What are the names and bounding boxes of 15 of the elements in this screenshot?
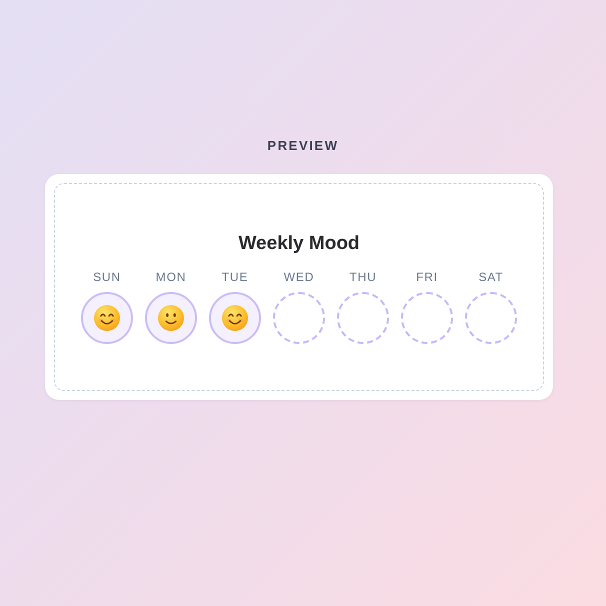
day-label: SUN (93, 270, 121, 284)
beaming-face-icon (94, 305, 120, 331)
mood-slot[interactable] (145, 292, 197, 344)
day-label: SAT (478, 270, 504, 284)
mood-slot[interactable] (209, 292, 261, 344)
beaming-face-icon (222, 305, 248, 331)
day-label: WED (284, 270, 314, 284)
preview-label: PREVIEW (267, 138, 339, 154)
smiling-face-icon (158, 305, 184, 331)
widget-title: Weekly Mood (238, 232, 360, 256)
day-label: MON (156, 270, 186, 284)
day-label: TUE (222, 270, 248, 284)
mood-slot[interactable] (81, 292, 133, 344)
day-label: THU (349, 270, 377, 284)
day-label: FRI (416, 270, 438, 284)
